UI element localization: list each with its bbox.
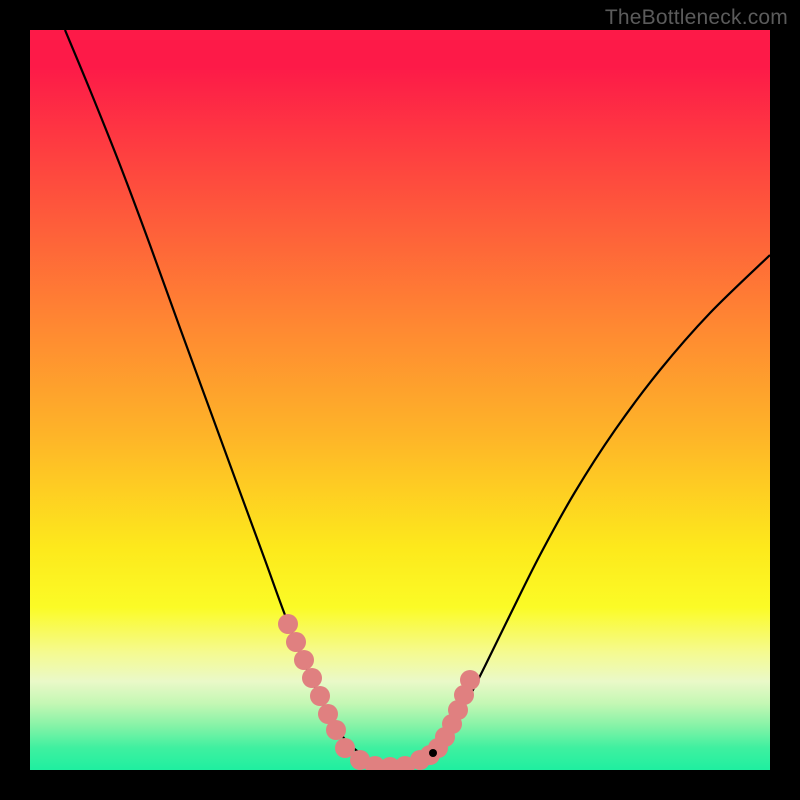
marker-dot xyxy=(278,614,298,634)
right-curve xyxy=(390,255,770,767)
marker-dot xyxy=(294,650,314,670)
watermark-text: TheBottleneck.com xyxy=(605,6,788,30)
marker-dot xyxy=(326,720,346,740)
marker-dot xyxy=(286,632,306,652)
marker-dot xyxy=(460,670,480,690)
apex-dot xyxy=(429,749,437,757)
marker-dot xyxy=(310,686,330,706)
chart-svg xyxy=(30,30,770,770)
left-curve xyxy=(65,30,390,767)
chart-frame xyxy=(30,30,770,770)
marker-dot xyxy=(302,668,322,688)
marker-group xyxy=(278,614,480,770)
